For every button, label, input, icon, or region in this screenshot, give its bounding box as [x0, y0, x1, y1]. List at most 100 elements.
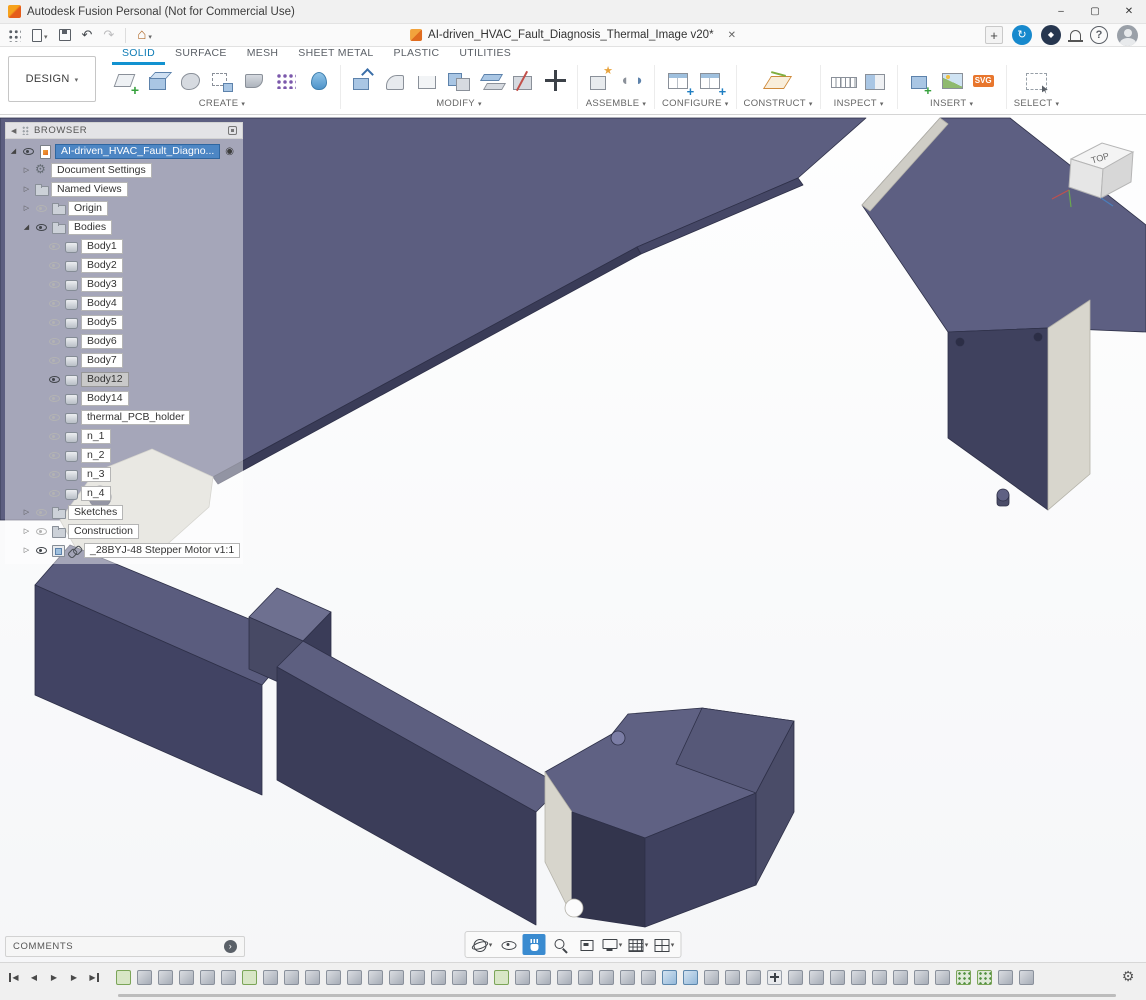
item-label[interactable]: n_2	[81, 448, 111, 463]
timeline-feature-extrude[interactable]	[515, 969, 530, 985]
drag-handle-icon[interactable]	[21, 126, 29, 135]
select-dropdown[interactable]: SELECT	[1014, 98, 1060, 109]
browser-row-body5[interactable]: Body5	[5, 313, 243, 332]
visibility-eye-icon[interactable]	[47, 414, 61, 421]
create-dropdown[interactable]: CREATE	[199, 98, 245, 109]
ribbon-tab-plastic[interactable]: PLASTIC	[384, 47, 450, 65]
minimize-button[interactable]: –	[1044, 0, 1078, 23]
modify-dropdown[interactable]: MODIFY	[436, 98, 482, 109]
item-label[interactable]: Body12	[81, 372, 129, 387]
browser-row-named-views[interactable]: Named Views	[5, 180, 243, 199]
visibility-eye-icon[interactable]	[47, 281, 61, 288]
home-button[interactable]	[137, 26, 152, 44]
close-button[interactable]: ✕	[1112, 0, 1146, 23]
item-label[interactable]: Body2	[81, 258, 123, 273]
ribbon-icon-measure[interactable]	[828, 66, 858, 96]
timeline-feature-extrude[interactable]	[326, 969, 341, 985]
job-status-icon[interactable]	[1012, 25, 1032, 45]
playback-button-play[interactable]: ▶	[46, 969, 62, 985]
item-label[interactable]: Body14	[81, 391, 129, 406]
ribbon-icon-fillet[interactable]	[380, 66, 410, 96]
expand-arrow-icon[interactable]	[22, 166, 31, 175]
ribbon-icon-configuration-table[interactable]	[696, 66, 726, 98]
browser-row-thermal-pcb-holder[interactable]: thermal_PCB_holder	[5, 408, 243, 427]
timeline-feature-extrude[interactable]	[1019, 969, 1034, 985]
navbar-button-look-at[interactable]	[497, 934, 520, 955]
ribbon-icon-emboss[interactable]	[239, 66, 269, 96]
timeline-feature-sketch[interactable]	[494, 969, 509, 985]
timeline-feature-extrude[interactable]	[830, 969, 845, 985]
ribbon-icon-box[interactable]	[143, 66, 173, 96]
browser-row-origin[interactable]: Origin	[5, 199, 243, 218]
visibility-eye-icon[interactable]	[47, 433, 61, 440]
timeline-feature-extrude[interactable]	[704, 969, 719, 985]
scrollbar-thumb[interactable]	[118, 994, 1116, 997]
ribbon-tab-sheet-metal[interactable]: SHEET METAL	[288, 47, 383, 65]
browser-row-document-settings[interactable]: Document Settings	[5, 161, 243, 180]
ribbon-icon-form[interactable]	[175, 66, 205, 96]
ribbon-icon-new-component[interactable]	[585, 66, 615, 96]
extensions-icon[interactable]	[1041, 25, 1061, 45]
item-label[interactable]: Named Views	[51, 182, 128, 197]
browser-row-n-2[interactable]: n_2	[5, 446, 243, 465]
item-label[interactable]: Body3	[81, 277, 123, 292]
visibility-eye-icon[interactable]	[47, 471, 61, 478]
browser-row-n-1[interactable]: n_1	[5, 427, 243, 446]
comments-toggle-icon[interactable]: ›	[224, 940, 237, 953]
timeline-feature-extrude[interactable]	[410, 969, 425, 985]
ribbon-tab-utilities[interactable]: UTILITIES	[449, 47, 521, 65]
document-tab[interactable]: AI-driven_HVAC_Fault_Diagnosis_Thermal_I…	[410, 24, 736, 46]
ribbon-icon-create-sketch[interactable]	[111, 66, 141, 97]
timeline-feature-extrude[interactable]	[347, 969, 362, 985]
timeline-feature-extrude[interactable]	[263, 969, 278, 985]
browser-row-n-3[interactable]: n_3	[5, 465, 243, 484]
notifications-button[interactable]	[1068, 30, 1083, 42]
timeline-feature-extrude[interactable]	[893, 969, 908, 985]
ribbon-icon-derive[interactable]	[207, 66, 237, 96]
timeline-feature-move[interactable]	[767, 969, 782, 985]
item-label[interactable]: Document Settings	[51, 163, 152, 178]
visibility-eye-icon[interactable]	[47, 338, 61, 345]
item-label[interactable]: Body4	[81, 296, 123, 311]
item-label[interactable]: n_3	[81, 467, 111, 482]
navbar-button-viewports[interactable]	[653, 934, 676, 955]
timeline-scrollbar[interactable]	[118, 994, 1116, 997]
ribbon-icon-configuration[interactable]	[664, 66, 694, 98]
visibility-eye-icon[interactable]	[47, 357, 61, 364]
file-menu-button[interactable]	[32, 26, 48, 44]
timeline-feature-extrude[interactable]	[851, 969, 866, 985]
timeline-feature-pattern[interactable]	[956, 969, 971, 985]
timeline-feature-extrude[interactable]	[284, 969, 299, 985]
navbar-button-grid-settings[interactable]	[627, 934, 650, 955]
timeline-feature-combine[interactable]	[683, 969, 698, 985]
timeline-feature-extrude[interactable]	[809, 969, 824, 985]
ribbon-icon-offset-face[interactable]	[476, 66, 506, 96]
browser-row-body2[interactable]: Body2	[5, 256, 243, 275]
timeline-feature-extrude[interactable]	[536, 969, 551, 985]
timeline-feature-extrude[interactable]	[998, 969, 1013, 985]
timeline-feature-extrude[interactable]	[599, 969, 614, 985]
new-document-tab-button[interactable]: +	[985, 26, 1003, 44]
browser-row-ai-driven-hvac-fault-diagno[interactable]: AI-driven_HVAC_Fault_Diagno...	[5, 142, 243, 161]
item-label[interactable]: _28BYJ-48 Stepper Motor v1:1	[84, 543, 241, 558]
ribbon-icon-section-analysis[interactable]	[860, 66, 890, 96]
ribbon-icon-select-window[interactable]	[1022, 66, 1052, 96]
browser-row-body14[interactable]: Body14	[5, 389, 243, 408]
visibility-eye-icon[interactable]	[47, 300, 61, 307]
timeline-feature-sketch[interactable]	[116, 969, 131, 985]
visibility-eye-icon[interactable]	[47, 376, 61, 383]
item-label[interactable]: AI-driven_HVAC_Fault_Diagno...	[55, 144, 221, 159]
inspect-dropdown[interactable]: INSPECT	[834, 98, 884, 109]
navbar-button-fit[interactable]	[575, 934, 598, 955]
item-label[interactable]: Origin	[68, 201, 109, 216]
playback-button-go-to-end[interactable]: ▶	[86, 969, 102, 985]
activate-radio-icon[interactable]	[225, 147, 234, 157]
timeline-feature-extrude[interactable]	[935, 969, 950, 985]
visibility-eye-icon[interactable]	[47, 395, 61, 402]
ribbon-tab-solid[interactable]: SOLID	[112, 47, 166, 65]
visibility-eye-icon[interactable]	[34, 509, 48, 516]
timeline-feature-combine[interactable]	[662, 969, 677, 985]
visibility-eye-icon[interactable]	[21, 148, 35, 155]
timeline-feature-extrude[interactable]	[557, 969, 572, 985]
timeline-feature-extrude[interactable]	[431, 969, 446, 985]
